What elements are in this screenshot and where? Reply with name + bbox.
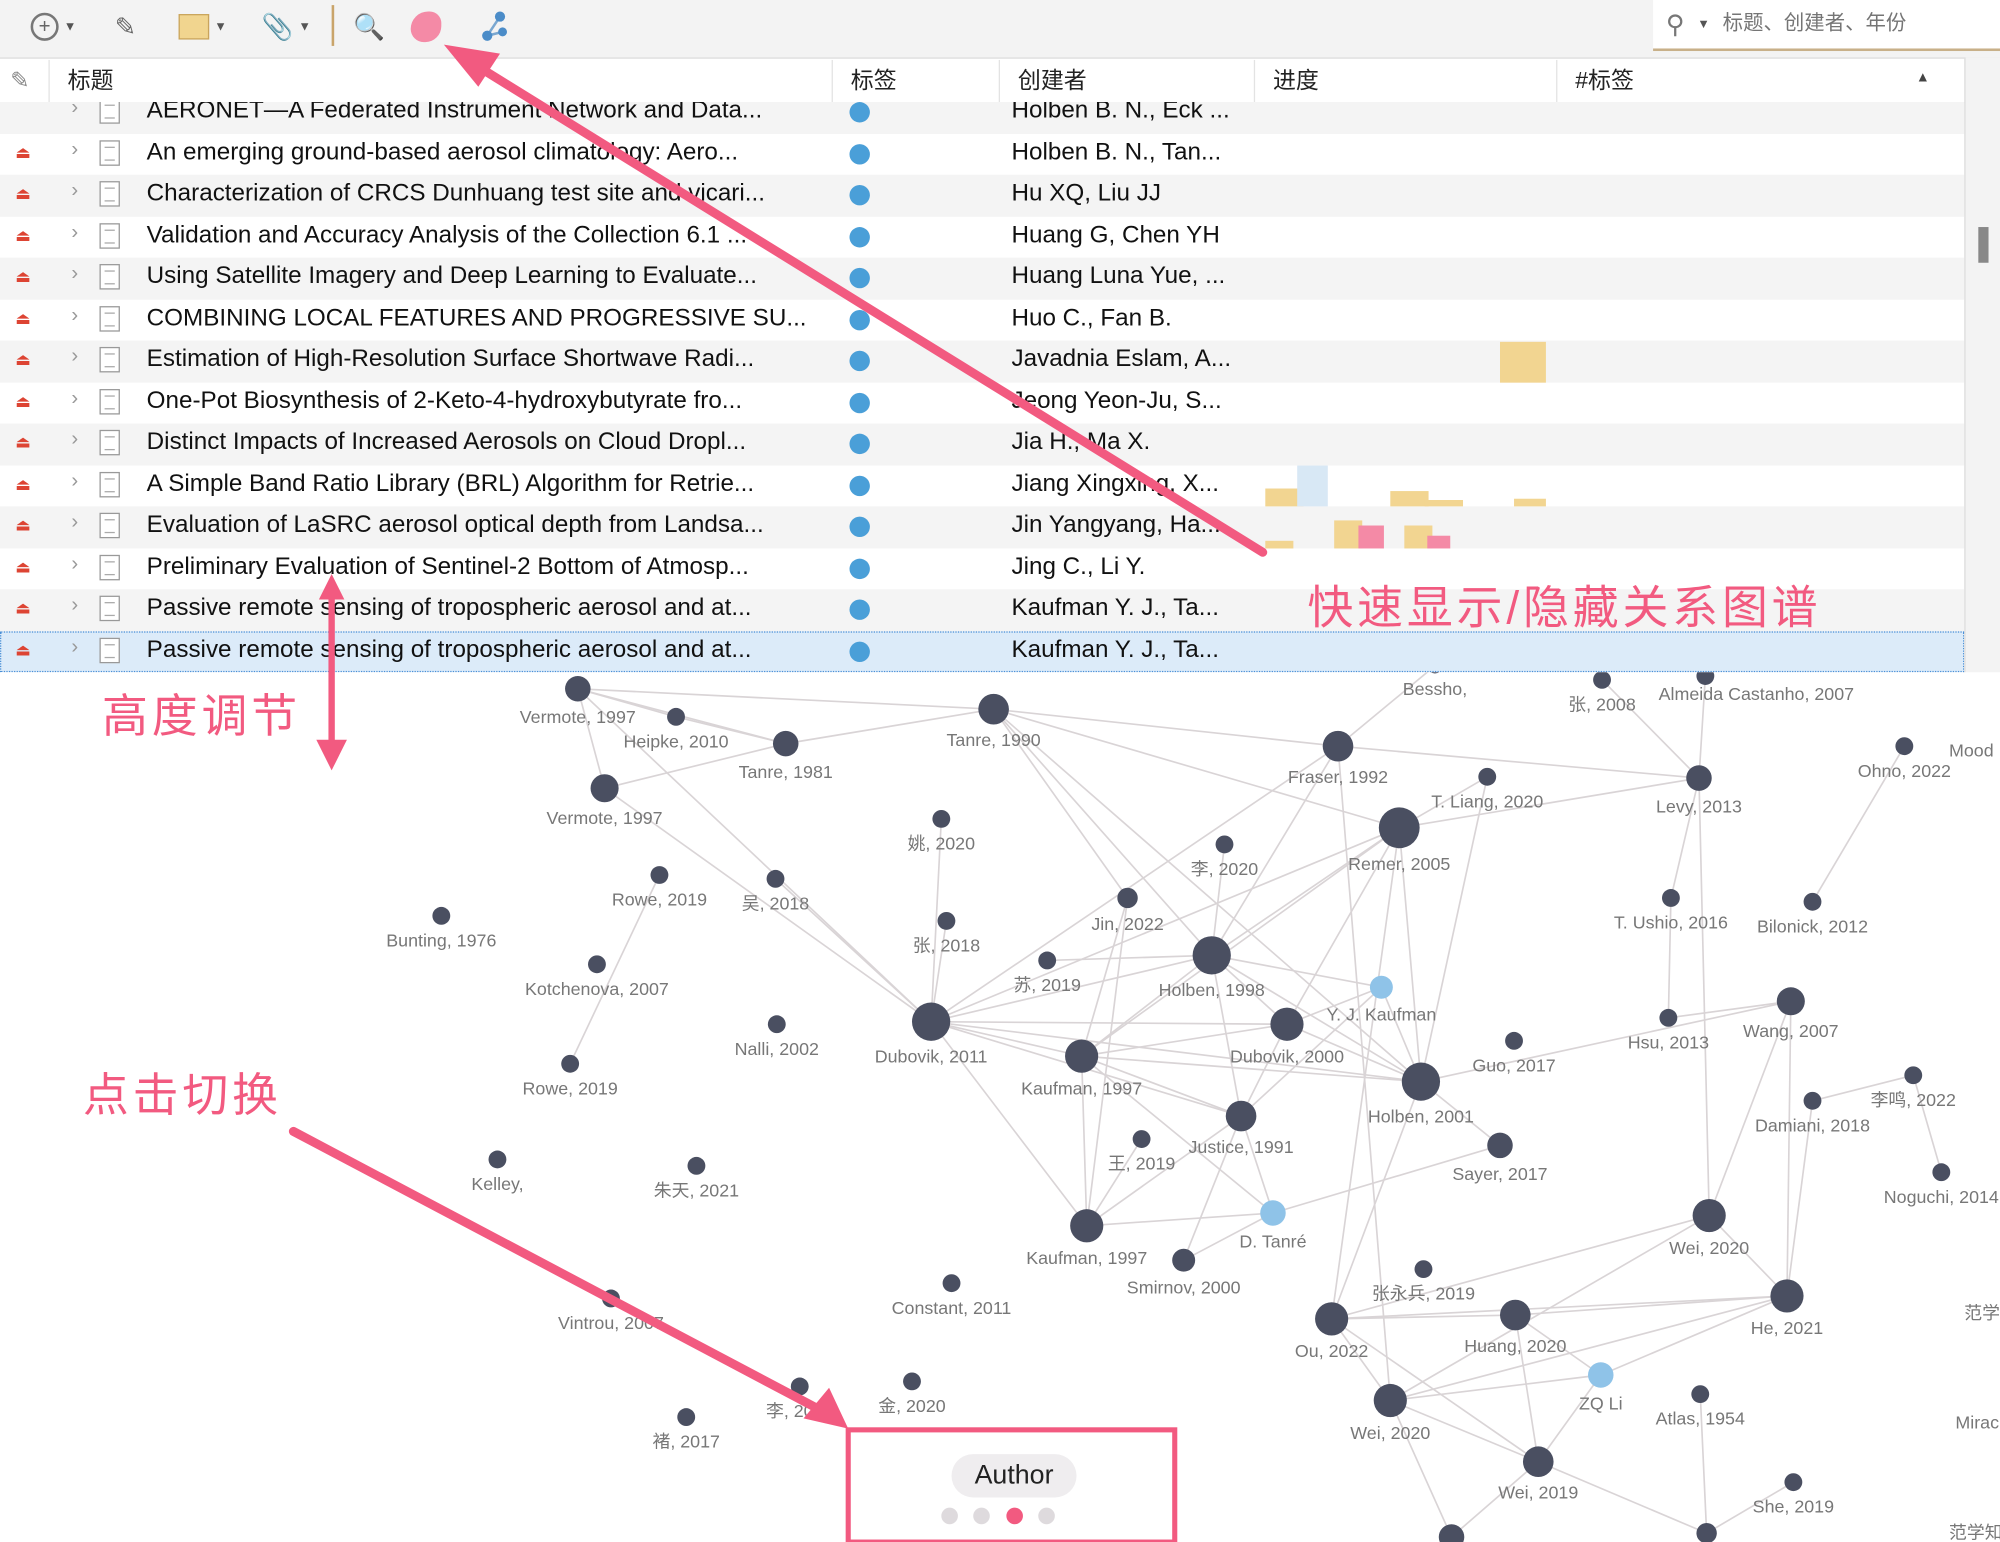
arrowhead (443, 44, 500, 87)
annotation-click-switch: 点击切换 (82, 1068, 282, 1122)
arrow-to-toggle-graph (464, 56, 1268, 557)
annotation-height-adjust: 高度调节 (102, 690, 302, 743)
arrowhead (318, 573, 345, 600)
annotation-arrows (288, 44, 1268, 1429)
arrowhead (316, 739, 347, 771)
annotation-toggle-graph: 快速显示/隐藏关系图谱 (1307, 581, 1822, 634)
arrow-to-mode-switch (288, 1126, 831, 1418)
zotero-window: +▼ ✎ ▼ 📎▼ 🔍 ⚲ ▼ ✎ 标题 标签 创建者 进度 #标签 ▲ ›AE… (0, 0, 2000, 1542)
